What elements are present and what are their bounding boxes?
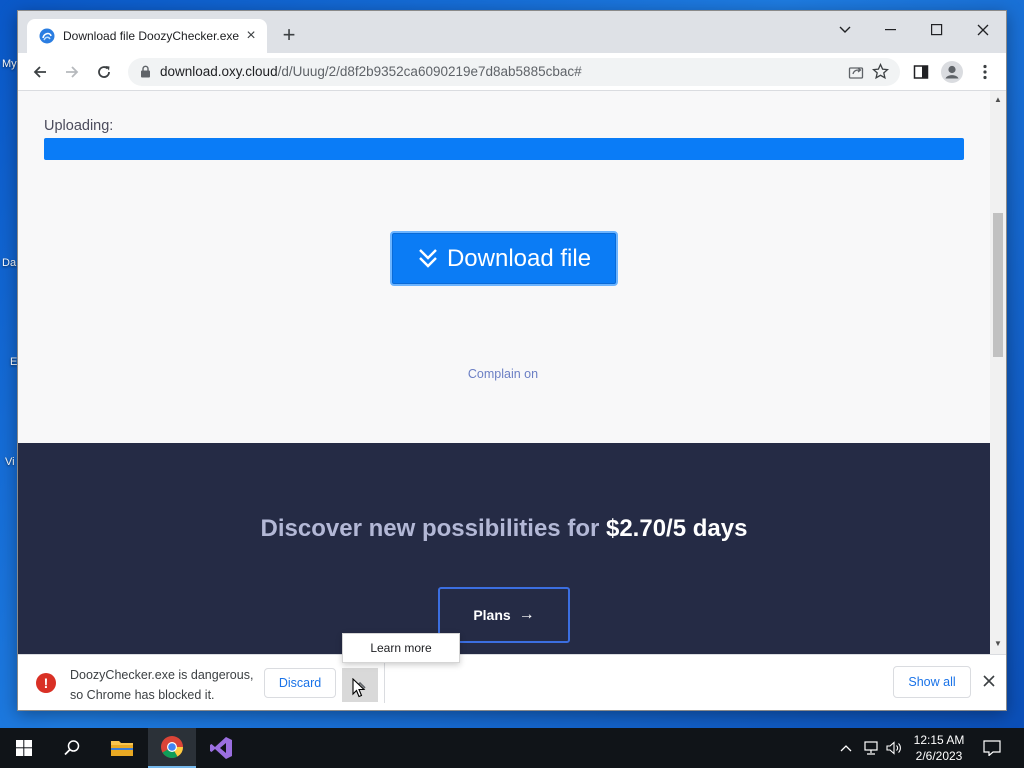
close-window-button[interactable] bbox=[963, 15, 1003, 45]
menu-kebab-icon[interactable] bbox=[972, 59, 998, 85]
arrow-right-icon: → bbox=[518, 606, 535, 623]
lock-icon[interactable] bbox=[140, 65, 151, 78]
file-explorer-taskbar-button[interactable] bbox=[98, 728, 146, 768]
clock-date: 2/6/2023 bbox=[915, 749, 963, 763]
tray-overflow-chevron-icon[interactable] bbox=[838, 728, 854, 768]
uploading-label: Uploading: bbox=[44, 118, 114, 134]
visual-studio-icon bbox=[210, 737, 232, 759]
back-button[interactable] bbox=[27, 59, 53, 85]
share-icon[interactable] bbox=[848, 64, 864, 85]
notifications-icon[interactable] bbox=[980, 728, 1004, 768]
danger-warning-icon: ! bbox=[36, 673, 56, 693]
maximize-button[interactable] bbox=[917, 15, 957, 45]
discard-button[interactable]: Discard bbox=[264, 668, 336, 698]
download-shelf: ! DoozyChecker.exe is dangerous, so Chro… bbox=[18, 654, 1006, 710]
windows-logo-icon bbox=[16, 740, 32, 756]
new-tab-button[interactable]: + bbox=[276, 23, 302, 49]
bookmark-star-icon[interactable] bbox=[871, 62, 890, 85]
download-file-button[interactable]: Download file bbox=[390, 231, 618, 286]
close-shelf-icon[interactable] bbox=[980, 671, 998, 691]
tab-download-file[interactable]: Download file DoozyChecker.exe × bbox=[27, 19, 267, 53]
mouse-cursor-icon bbox=[352, 678, 366, 698]
taskbar-clock[interactable]: 12:15 AM 2/6/2023 bbox=[900, 732, 978, 764]
desktop-icon-label[interactable]: Da bbox=[2, 257, 16, 269]
tab-strip: Download file DoozyChecker.exe × + bbox=[18, 11, 1006, 53]
page-viewport: Uploading: Download file Complain on Dis… bbox=[18, 91, 1006, 654]
side-panel-icon[interactable] bbox=[908, 59, 934, 85]
page-scrollbar[interactable]: ▲ ▼ bbox=[990, 91, 1006, 654]
url-text[interactable]: download.oxy.cloud/d/Uuug/2/d8f2b9352ca6… bbox=[160, 64, 582, 79]
desktop-icon-label[interactable]: My bbox=[2, 58, 17, 70]
promo-section: Discover new possibilities for $2.70/5 d… bbox=[18, 443, 990, 654]
download-warning-message: DoozyChecker.exe is dangerous, so Chrome… bbox=[70, 665, 253, 705]
network-icon[interactable] bbox=[861, 728, 881, 768]
upload-progress-fill bbox=[44, 138, 964, 160]
visual-studio-taskbar-button[interactable] bbox=[197, 728, 245, 768]
oxy-cloud-favicon-icon bbox=[39, 28, 55, 44]
start-button[interactable] bbox=[0, 728, 48, 768]
windows-taskbar: 12:15 AM 2/6/2023 bbox=[0, 728, 1024, 768]
double-chevron-down-icon bbox=[419, 248, 437, 268]
url-host: download.oxy.cloud bbox=[160, 64, 278, 79]
tab-title: Download file DoozyChecker.exe bbox=[63, 29, 239, 43]
reload-button[interactable] bbox=[91, 59, 117, 85]
search-icon bbox=[64, 740, 80, 756]
browser-toolbar: download.oxy.cloud/d/Uuug/2/d8f2b9352ca6… bbox=[18, 53, 1006, 91]
forward-button[interactable] bbox=[59, 59, 85, 85]
download-warning-line2: so Chrome has blocked it. bbox=[70, 688, 215, 702]
learn-more-menu-item[interactable]: Learn more bbox=[342, 633, 460, 663]
show-all-button[interactable]: Show all bbox=[893, 666, 971, 698]
download-warning-line1: DoozyChecker.exe is dangerous, bbox=[70, 668, 254, 682]
tab-search-chevron-icon[interactable] bbox=[825, 15, 865, 45]
download-file-label: Download file bbox=[446, 244, 592, 272]
chrome-taskbar-button[interactable] bbox=[148, 728, 196, 768]
scroll-down-arrow-icon[interactable]: ▼ bbox=[994, 639, 1002, 648]
complain-link[interactable]: Complain on bbox=[18, 367, 988, 381]
minimize-button[interactable] bbox=[871, 15, 911, 45]
promo-title: Discover new possibilities for $2.70/5 d… bbox=[18, 515, 990, 543]
chrome-logo-icon bbox=[161, 736, 183, 758]
url-path: /d/Uuug/2/d8f2b9352ca6090219e7d8ab5885cb… bbox=[277, 64, 582, 79]
scroll-up-arrow-icon[interactable]: ▲ bbox=[994, 95, 1002, 104]
upload-progress-bar bbox=[44, 138, 964, 160]
address-bar[interactable]: download.oxy.cloud/d/Uuug/2/d8f2b9352ca6… bbox=[128, 58, 900, 86]
scrollbar-thumb[interactable] bbox=[993, 213, 1003, 357]
folder-icon bbox=[111, 741, 133, 756]
promo-title-text: Discover new possibilities for bbox=[260, 515, 606, 542]
clock-time: 12:15 AM bbox=[913, 733, 965, 747]
profile-avatar-icon[interactable] bbox=[939, 59, 965, 85]
chrome-window: Download file DoozyChecker.exe × + downl… bbox=[17, 10, 1007, 711]
promo-price: $2.70/5 days bbox=[605, 515, 748, 542]
search-button[interactable] bbox=[48, 728, 96, 768]
desktop-icon-label[interactable]: Vi bbox=[5, 456, 15, 468]
plans-label: Plans bbox=[473, 607, 511, 623]
tab-close-icon[interactable]: × bbox=[243, 28, 259, 44]
shelf-divider bbox=[384, 663, 385, 703]
